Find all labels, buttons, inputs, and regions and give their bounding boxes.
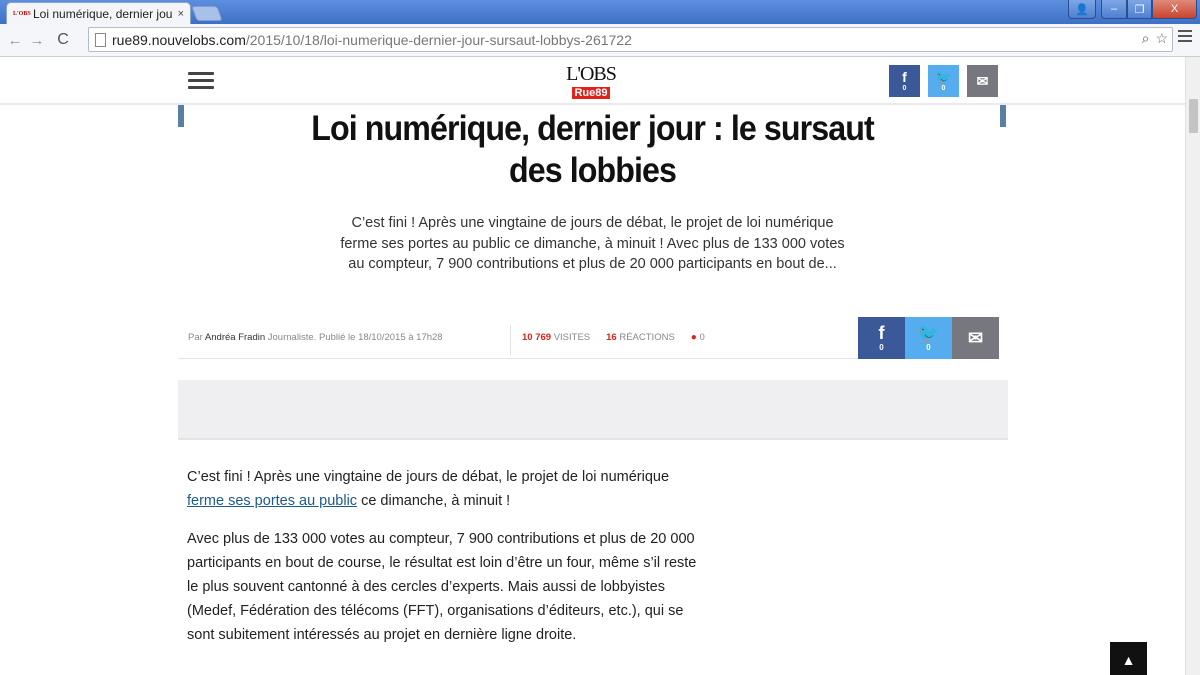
visits-stat: 10 769 VISITES [522,332,590,343]
header-twitter-share-button[interactable]: 🐦 0 [928,65,959,97]
logo-rue89-text: Rue89 [572,87,610,99]
site-favicon-icon: L'OBS [13,10,31,17]
paragraph-text: C’est fini ! Après une vingtaine de jour… [187,469,670,485]
maximize-button[interactable]: ❐ [1127,0,1152,19]
window-controls: 👤 – ❐ X [1068,0,1197,19]
logo-obs-text: L'OBS [566,63,617,85]
paragraph: C’est fini ! Après une vingtaine de jour… [187,465,707,513]
close-window-button[interactable]: X [1152,0,1197,19]
search-icon[interactable]: ⌕ [1142,30,1150,47]
twitter-share-button[interactable]: 🐦 0 [905,317,952,359]
right-edge-marker [1000,105,1006,127]
visits-count: 10 769 [522,332,552,343]
scrollbar-thumb[interactable] [1189,99,1198,133]
byline-details: Journaliste. Publié le 18/10/2015 à 17h2… [267,332,443,343]
envelope-icon: ✉ [967,328,984,348]
new-tab-button[interactable] [191,6,223,21]
share-count: 0 [902,84,907,92]
header-facebook-share-button[interactable]: f 0 [889,65,920,97]
twitter-icon: 🐦 [917,323,940,343]
page-viewport: L'OBS Rue89 f 0 🐦 0 ✉ Loi numérique, der… [0,57,1185,675]
header-email-share-button[interactable]: ✉ [967,65,998,97]
reactions-stat[interactable]: 16 RÉACTIONS [606,332,675,343]
page-icon [95,32,106,47]
chevron-up-icon: ▲ [1121,651,1136,668]
url-path: /2015/10/18/loi-numerique-dernier-jour-s… [245,31,632,48]
reactions-label: RÉACTIONS [619,332,675,343]
browser-toolbar: ← → C rue89.nouvelobs.com/2015/10/18/loi… [0,24,1200,57]
tab-close-icon[interactable]: × [178,8,184,20]
article-title: Loi numérique, dernier jour : le sursaut… [311,109,875,190]
address-bar[interactable]: rue89.nouvelobs.com/2015/10/18/loi-numer… [88,27,1173,52]
author-link[interactable]: Andréa Fradin [205,332,265,343]
meta-divider [510,325,511,355]
site-logo[interactable]: L'OBS Rue89 [556,63,626,101]
share-count: 0 [879,343,884,352]
paragraph: Avec plus de 133 000 votes au compteur, … [187,531,697,643]
live-dot-icon: ● [690,332,697,343]
live-count: 0 [699,332,705,343]
article-body: C’est fini ! Après une vingtaine de jour… [187,465,707,661]
back-to-top-button[interactable]: ▲ [1110,642,1147,675]
article-meta-bar: Par Andréa Fradin Journaliste. Publié le… [178,317,999,359]
facebook-share-button[interactable]: f 0 [858,317,905,359]
tab-title: Loi numérique, dernier jou [33,6,173,21]
facebook-icon: f [878,323,885,343]
site-header: L'OBS Rue89 f 0 🐦 0 ✉ [0,57,1185,105]
minimize-button[interactable]: – [1101,0,1127,19]
reload-icon[interactable]: C [52,31,74,49]
user-profile-icon[interactable]: 👤 [1068,0,1096,19]
paragraph-text: ce dimanche, à minuit ! [357,493,511,509]
byline: Par Andréa Fradin Journaliste. Publié le… [188,332,443,343]
browser-tab[interactable]: L'OBS Loi numérique, dernier jou × [6,2,191,24]
envelope-icon: ✉ [976,73,989,89]
visits-label: VISITES [553,332,591,343]
reactions-count: 16 [606,332,617,343]
article-stats: 10 769 VISITES 16 RÉACTIONS ● 0 [522,332,705,343]
hamburger-menu-icon[interactable] [188,72,214,93]
share-count: 0 [941,84,946,92]
bookmark-star-icon[interactable]: ☆ [1155,30,1168,47]
article-lead: C’est fini ! Après une vingtaine de jour… [340,215,845,272]
byline-prefix: Par [188,332,203,343]
browser-titlebar: L'OBS Loi numérique, dernier jou × 👤 – ❐… [0,0,1200,24]
email-share-button[interactable]: ✉ [952,317,999,359]
left-edge-marker [178,105,184,127]
url-host: rue89.nouvelobs.com [112,31,246,48]
page-scrollbar[interactable] [1185,57,1200,675]
share-count: 0 [926,343,931,352]
twitter-icon: 🐦 [934,68,953,85]
omnibox-icons: ⌕ ☆ [1142,30,1168,47]
browser-menu-icon[interactable] [1178,30,1192,45]
ad-placeholder [178,380,1008,440]
facebook-icon: f [902,68,907,85]
live-stat: ● 0 [691,332,705,343]
back-arrow-icon[interactable]: ← [4,32,26,49]
forward-arrow-icon[interactable]: → [26,32,48,49]
inline-link[interactable]: ferme ses portes au public [187,493,357,509]
